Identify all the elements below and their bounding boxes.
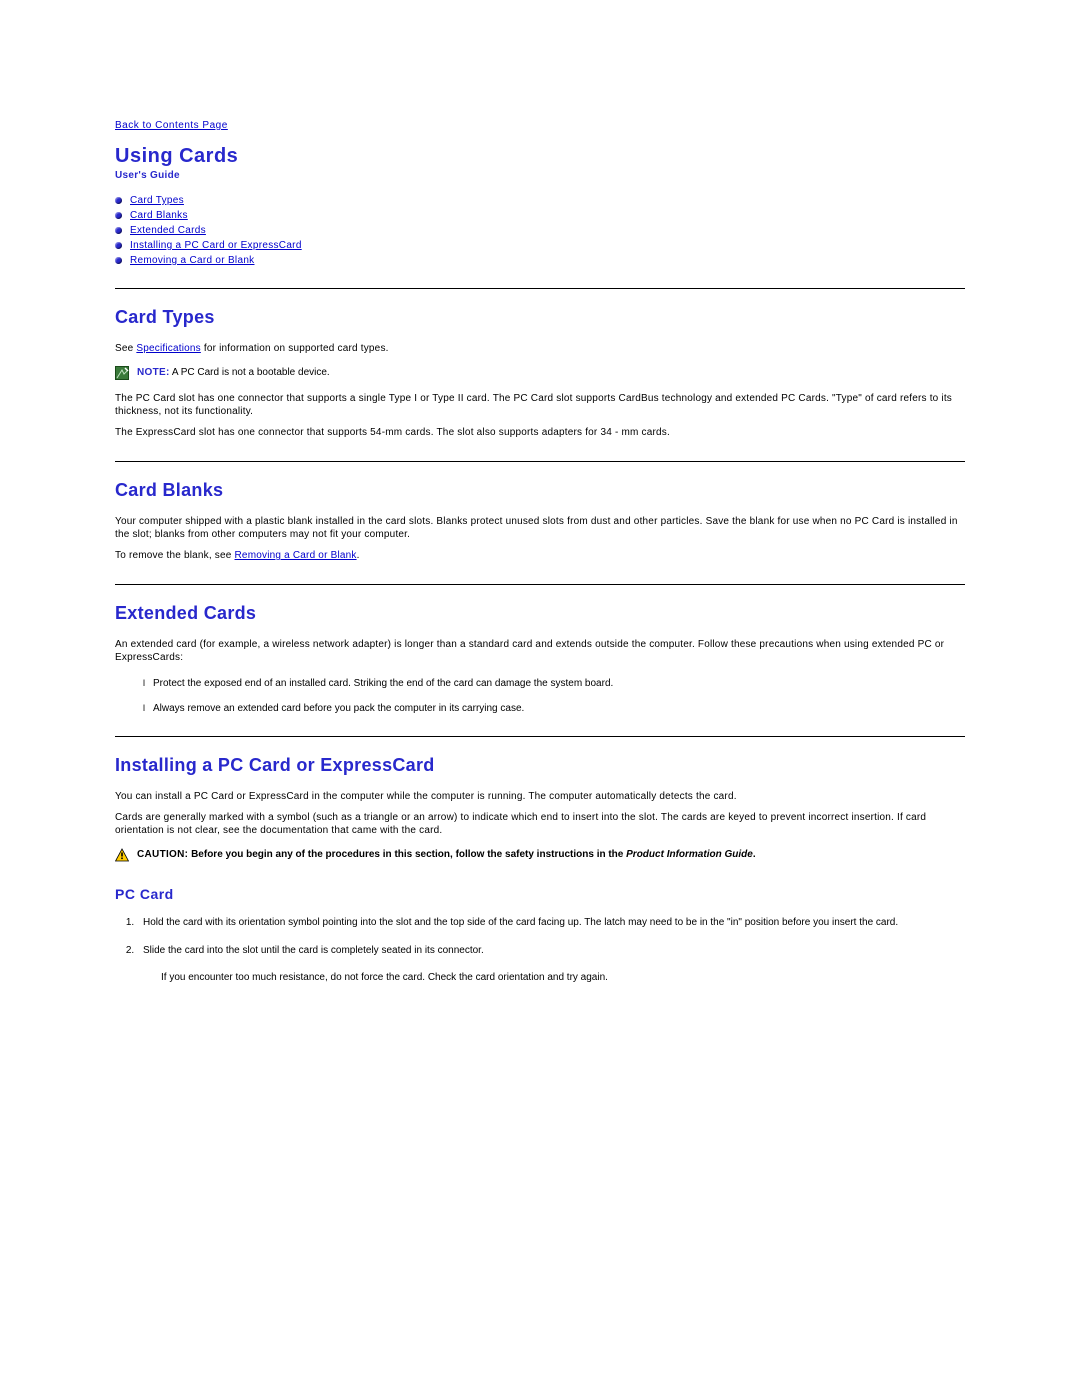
paragraph: Cards are generally marked with a symbol… [115, 811, 965, 837]
bullet-icon [115, 242, 122, 249]
toc-item: Installing a PC Card or ExpressCard [115, 240, 965, 251]
caution-label: CAUTION: [137, 849, 188, 860]
text: See [115, 343, 136, 354]
page-subtitle: User's Guide [115, 170, 965, 181]
toc-link-extended-cards[interactable]: Extended Cards [130, 225, 206, 236]
note-label: NOTE: [137, 367, 170, 378]
bullet-icon [115, 197, 122, 204]
toc-link-removing[interactable]: Removing a Card or Blank [130, 255, 254, 266]
bullet-icon [115, 257, 122, 264]
back-to-contents-link[interactable]: Back to Contents Page [115, 120, 228, 131]
paragraph: You can install a PC Card or ExpressCard… [115, 790, 965, 803]
text: Before you begin any of the procedures i… [188, 849, 626, 860]
toc-link-installing[interactable]: Installing a PC Card or ExpressCard [130, 240, 302, 251]
steps-list: Hold the card with its orientation symbo… [137, 916, 965, 957]
toc-item: Card Types [115, 195, 965, 206]
divider [115, 736, 965, 737]
text: Always remove an extended card before yo… [153, 703, 524, 714]
caution-callout: CAUTION: Before you begin any of the pro… [115, 849, 965, 862]
list-bullet: l [143, 703, 153, 714]
divider [115, 584, 965, 585]
paragraph: The PC Card slot has one connector that … [115, 392, 965, 418]
section-heading-installing: Installing a PC Card or ExpressCard [115, 755, 965, 776]
subsection-heading-pc-card: PC Card [115, 886, 965, 902]
step-subtext: If you encounter too much resistance, do… [161, 971, 965, 985]
toc-link-card-blanks[interactable]: Card Blanks [130, 210, 188, 221]
text: To remove the blank, see [115, 550, 235, 561]
bullet-icon [115, 227, 122, 234]
divider [115, 461, 965, 462]
toc-item: Removing a Card or Blank [115, 255, 965, 266]
list-item: l Protect the exposed end of an installe… [143, 678, 965, 689]
toc-link-card-types[interactable]: Card Types [130, 195, 184, 206]
removing-card-link[interactable]: Removing a Card or Blank [235, 550, 357, 561]
precaution-list: l Protect the exposed end of an installe… [143, 678, 965, 714]
section-heading-card-blanks: Card Blanks [115, 480, 965, 501]
divider [115, 288, 965, 289]
text: . [753, 849, 756, 860]
bullet-icon [115, 212, 122, 219]
text: Protect the exposed end of an installed … [153, 678, 613, 689]
note-text: NOTE: A PC Card is not a bootable device… [137, 367, 330, 378]
paragraph: The ExpressCard slot has one connector t… [115, 426, 965, 439]
list-item: l Always remove an extended card before … [143, 703, 965, 714]
note-icon [115, 366, 129, 380]
section-heading-extended-cards: Extended Cards [115, 603, 965, 624]
caution-icon [115, 848, 129, 862]
paragraph: To remove the blank, see Removing a Card… [115, 549, 965, 562]
toc-item: Extended Cards [115, 225, 965, 236]
paragraph: An extended card (for example, a wireles… [115, 638, 965, 664]
toc-item: Card Blanks [115, 210, 965, 221]
text: for information on supported card types. [201, 343, 389, 354]
paragraph: Your computer shipped with a plastic bla… [115, 515, 965, 541]
text: . [357, 550, 360, 561]
page-title: Using Cards [115, 145, 965, 168]
step-item: Slide the card into the slot until the c… [137, 944, 965, 958]
caution-text: CAUTION: Before you begin any of the pro… [137, 849, 756, 860]
table-of-contents: Card Types Card Blanks Extended Cards In… [115, 195, 965, 266]
page-container: Back to Contents Page Using Cards User's… [0, 0, 1080, 1397]
list-bullet: l [143, 678, 153, 689]
text-italic: Product Information Guide [626, 849, 753, 860]
paragraph: See Specifications for information on su… [115, 342, 965, 355]
step-item: Hold the card with its orientation symbo… [137, 916, 965, 930]
specifications-link[interactable]: Specifications [136, 343, 201, 354]
note-callout: NOTE: A PC Card is not a bootable device… [115, 367, 965, 380]
text: A PC Card is not a bootable device. [170, 367, 330, 378]
section-heading-card-types: Card Types [115, 307, 965, 328]
